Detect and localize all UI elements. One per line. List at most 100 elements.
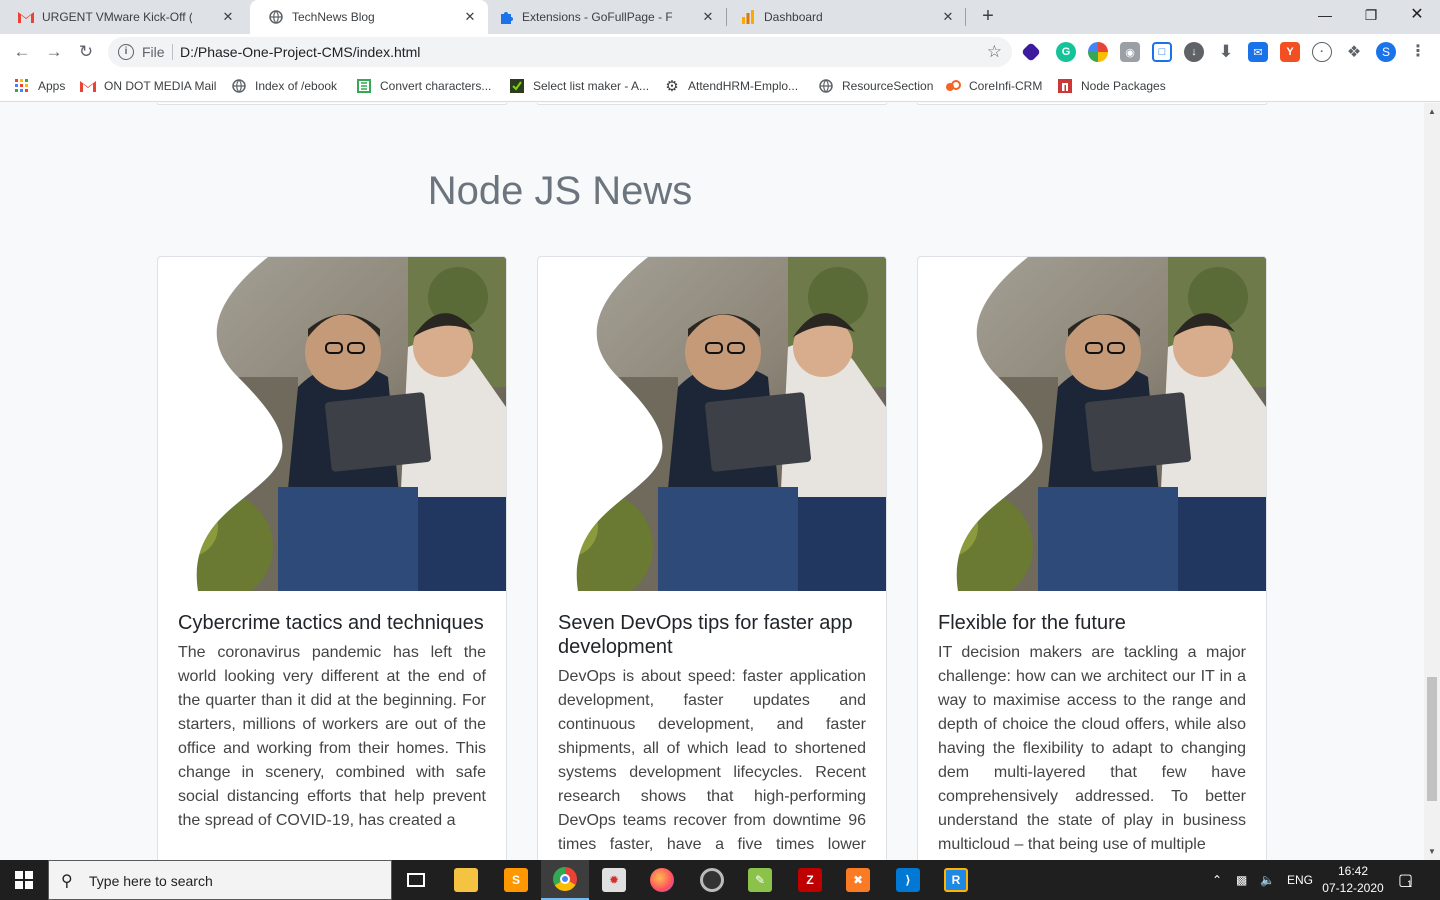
analytics-icon: [740, 9, 756, 25]
firefox-icon: [650, 868, 674, 892]
taskbar-chrome[interactable]: [541, 860, 589, 900]
crm-icon: [945, 78, 961, 94]
apps-grid-icon: [14, 78, 30, 94]
task-view-icon: [407, 873, 425, 887]
folder-icon: [454, 868, 478, 892]
news-card[interactable]: Cybercrime tactics and techniques The co…: [157, 256, 507, 860]
bookmark-select-list-maker[interactable]: Select list maker - A...: [509, 76, 649, 96]
task-view-button[interactable]: [392, 860, 440, 900]
card-image[interactable]: [918, 257, 1266, 591]
scroll-thumb[interactable]: [1427, 677, 1437, 801]
bookmark-star-icon[interactable]: ☆: [987, 42, 1002, 62]
taskbar-app-dark[interactable]: [688, 860, 736, 900]
sublime-icon: S: [504, 868, 528, 892]
mail-icon[interactable]: ✉: [1248, 42, 1268, 62]
bookmark-resource-section[interactable]: ResourceSection: [818, 76, 933, 96]
card-image[interactable]: [538, 257, 886, 591]
card-text: IT decision makers are tackling a major …: [938, 644, 1246, 853]
notepad-icon: ✎: [748, 868, 772, 892]
address-bar[interactable]: i File D:/Phase-One-Project-CMS/index.ht…: [108, 37, 1012, 67]
close-icon[interactable]: ✕: [462, 9, 478, 25]
volume-icon[interactable]: 🔈: [1260, 860, 1275, 900]
tab-gmail[interactable]: URGENT VMware Kick-Off (Moan ✕: [0, 0, 246, 34]
bookmarks-bar: Apps ON DOT MEDIA Mail Index of /ebook C…: [0, 70, 1440, 102]
close-icon[interactable]: ✕: [220, 9, 236, 25]
tab-extensions[interactable]: Extensions - GoFullPage - Full Pa ✕: [480, 0, 726, 34]
bookmark-apps[interactable]: Apps: [14, 76, 65, 96]
taskbar-vscode[interactable]: ⟩: [884, 860, 932, 900]
forward-button[interactable]: →: [42, 40, 66, 64]
taskbar-notepad[interactable]: ✎: [736, 860, 784, 900]
card-title[interactable]: Cybercrime tactics and techniques: [178, 611, 486, 635]
minimize-button[interactable]: —: [1302, 0, 1348, 30]
taskbar-xampp[interactable]: ✖: [834, 860, 882, 900]
tab-dashboard[interactable]: Dashboard ✕: [722, 0, 966, 34]
screenshot-icon[interactable]: □: [1152, 42, 1172, 62]
clock-time: 16:42: [1337, 864, 1369, 878]
taskbar-firefox[interactable]: [638, 860, 686, 900]
info-icon[interactable]: i: [118, 44, 134, 60]
card-image[interactable]: [158, 257, 506, 591]
reload-button[interactable]: ↻: [74, 40, 98, 64]
scroll-up-icon[interactable]: ▲: [1428, 107, 1436, 116]
maximize-button[interactable]: ❐: [1348, 0, 1394, 30]
url-scheme: File: [142, 44, 165, 60]
taskbar-file-explorer[interactable]: [442, 860, 490, 900]
globe-icon: [231, 78, 247, 94]
new-tab-button[interactable]: +: [976, 5, 1000, 29]
news-card[interactable]: Flexible for the future IT decision make…: [917, 256, 1267, 860]
page-scrollbar[interactable]: ▲ ▼: [1424, 103, 1440, 860]
gmail-icon: [18, 9, 34, 25]
taskbar-filezilla[interactable]: Z: [786, 860, 834, 900]
section-title: Node JS News: [427, 169, 693, 213]
extension-orange-icon[interactable]: Y: [1280, 42, 1300, 62]
network-icon[interactable]: ▩: [1236, 860, 1247, 900]
npm-icon: [1057, 78, 1073, 94]
news-card[interactable]: Seven DevOps tips for faster app develop…: [537, 256, 887, 860]
bookmark-convert-characters[interactable]: Convert characters...: [356, 76, 491, 96]
download-icon[interactable]: ⬇: [1216, 42, 1236, 62]
extensions-puzzle-icon[interactable]: ❖: [1344, 42, 1364, 62]
taskbar-search[interactable]: ⚲ Type here to search: [48, 860, 392, 900]
chrome-icon: [553, 867, 577, 891]
back-button[interactable]: ←: [10, 40, 34, 64]
app-ring-icon: [700, 868, 724, 892]
start-button[interactable]: [0, 860, 48, 900]
grammarly-icon[interactable]: G: [1056, 42, 1076, 62]
show-hidden-icons[interactable]: ⌃: [1212, 860, 1222, 900]
scroll-down-icon[interactable]: ▼: [1428, 847, 1436, 856]
menu-icon[interactable]: ⋮: [1408, 41, 1428, 63]
system-clock[interactable]: 16:42 07-12-2020: [1318, 863, 1388, 897]
clock-date: 07-12-2020: [1322, 881, 1384, 895]
bookmark-ondot-mail[interactable]: ON DOT MEDIA Mail: [80, 76, 216, 96]
card-title[interactable]: Seven DevOps tips for faster app develop…: [558, 611, 866, 659]
camera-icon[interactable]: ◉: [1120, 42, 1140, 62]
card-body: Seven DevOps tips for faster app develop…: [558, 611, 866, 860]
taskbar-app-r[interactable]: R: [932, 860, 980, 900]
language-indicator[interactable]: ENG: [1287, 860, 1313, 900]
color-picker-icon[interactable]: [1088, 42, 1108, 62]
notifications-button[interactable]: ▢ 1: [1398, 860, 1413, 900]
url-text[interactable]: D:/Phase-One-Project-CMS/index.html: [180, 44, 420, 60]
extension-circle-icon[interactable]: ·: [1312, 42, 1332, 62]
tab-technews[interactable]: TechNews Blog ✕: [250, 0, 488, 34]
bookmark-attendhrm[interactable]: ⚙ AttendHRM-Emplo...: [664, 76, 798, 96]
filezilla-icon: Z: [798, 868, 822, 892]
extension-diamond-icon[interactable]: [1021, 42, 1041, 62]
windows-icon: [15, 871, 33, 889]
taskbar-paint[interactable]: ✹: [590, 860, 638, 900]
bookmark-ebook-index[interactable]: Index of /ebook: [231, 76, 337, 96]
card-title[interactable]: Flexible for the future: [938, 611, 1246, 635]
download-circle-icon[interactable]: ↓: [1184, 42, 1204, 62]
close-window-button[interactable]: ✕: [1394, 0, 1440, 30]
card-body: Flexible for the future IT decision make…: [938, 611, 1246, 857]
card-body: Cybercrime tactics and techniques The co…: [178, 611, 486, 833]
bookmark-node-packages[interactable]: Node Packages: [1057, 76, 1166, 96]
close-icon[interactable]: ✕: [700, 9, 716, 25]
bookmark-coreinfi-crm[interactable]: CoreInfi-CRM: [945, 76, 1042, 96]
profile-avatar[interactable]: S: [1376, 42, 1396, 62]
search-icon: ⚲: [61, 873, 73, 890]
notification-count: 1: [1407, 879, 1413, 889]
taskbar-sublime[interactable]: S: [492, 860, 540, 900]
close-icon[interactable]: ✕: [940, 9, 956, 25]
